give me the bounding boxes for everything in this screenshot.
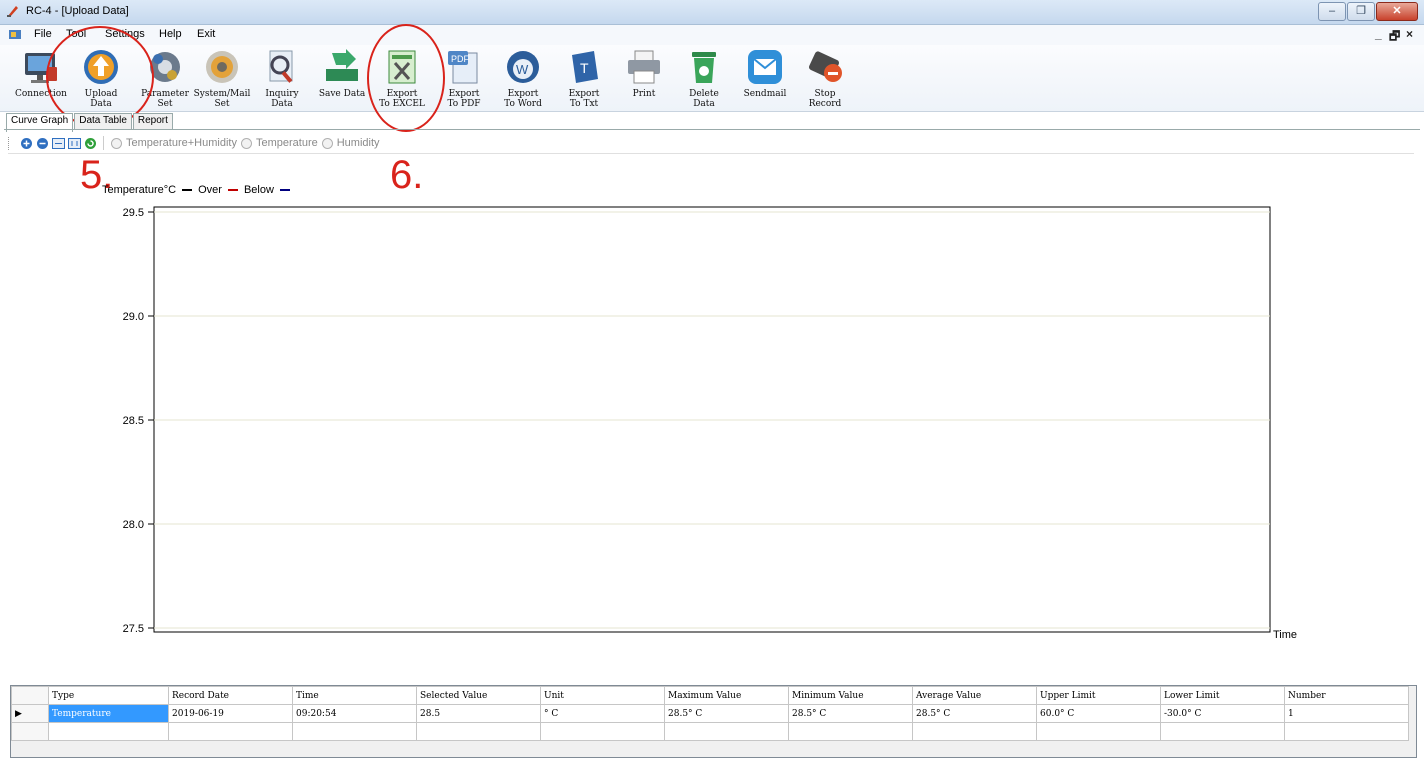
table-cell[interactable]: 2019-06-19 bbox=[168, 704, 293, 723]
x-axis-label: Time bbox=[1273, 629, 1297, 641]
empty-cell[interactable] bbox=[540, 722, 665, 741]
table-row[interactable]: ▶ Temperature 2019-06-19 09:20:54 28.5 ° C 28.… bbox=[11, 704, 1409, 723]
table-cell[interactable]: 28.5° C bbox=[788, 704, 913, 723]
empty-cell[interactable] bbox=[664, 722, 789, 741]
column-header[interactable]: Number bbox=[1284, 686, 1409, 705]
table-cell[interactable]: -30.0° C bbox=[1160, 704, 1285, 723]
empty-cell[interactable] bbox=[912, 722, 1037, 741]
empty-cell[interactable] bbox=[788, 722, 913, 741]
table-cell[interactable]: 28.5 bbox=[416, 704, 541, 723]
y-tick-label: 27.5 bbox=[123, 623, 144, 635]
table-cell[interactable]: Temperature bbox=[48, 704, 169, 723]
column-header[interactable]: Upper Limit bbox=[1036, 686, 1161, 705]
empty-cell[interactable] bbox=[168, 722, 293, 741]
column-header[interactable]: Selected Value bbox=[416, 686, 541, 705]
table-cell[interactable]: 28.5° C bbox=[664, 704, 789, 723]
table-cell[interactable]: ° C bbox=[540, 704, 665, 723]
temperature-chart: 29.5 29.0 28.5 28.0 27.5 Time bbox=[123, 206, 1297, 641]
empty-cell[interactable] bbox=[292, 722, 417, 741]
new-row[interactable] bbox=[11, 722, 1409, 741]
y-tick-label: 28.0 bbox=[123, 519, 144, 531]
table-cell[interactable]: 60.0° C bbox=[1036, 704, 1161, 723]
empty-cell[interactable] bbox=[11, 722, 49, 741]
column-header[interactable]: Maximum Value bbox=[664, 686, 789, 705]
empty-cell[interactable] bbox=[1160, 722, 1285, 741]
column-header[interactable]: Type bbox=[48, 686, 169, 705]
data-grid[interactable]: Type Record Date Time Selected Value Unit Max… bbox=[10, 685, 1417, 758]
column-header[interactable]: Record Date bbox=[168, 686, 293, 705]
row-selector[interactable]: ▶ bbox=[11, 704, 49, 723]
column-header[interactable]: Average Value bbox=[912, 686, 1037, 705]
table-cell[interactable]: 09:20:54 bbox=[292, 704, 417, 723]
y-tick-label: 29.0 bbox=[123, 311, 144, 323]
row-header-corner bbox=[11, 686, 49, 705]
empty-cell[interactable] bbox=[416, 722, 541, 741]
column-header[interactable]: Time bbox=[292, 686, 417, 705]
empty-cell[interactable] bbox=[48, 722, 169, 741]
column-header[interactable]: Lower Limit bbox=[1160, 686, 1285, 705]
y-tick-label: 29.5 bbox=[123, 207, 144, 219]
empty-cell[interactable] bbox=[1284, 722, 1409, 741]
column-header[interactable]: Unit bbox=[540, 686, 665, 705]
empty-cell[interactable] bbox=[1036, 722, 1161, 741]
y-tick-label: 28.5 bbox=[123, 415, 144, 427]
table-cell[interactable]: 28.5° C bbox=[912, 704, 1037, 723]
table-cell[interactable]: 1 bbox=[1284, 704, 1409, 723]
column-header[interactable]: Minimum Value bbox=[788, 686, 913, 705]
